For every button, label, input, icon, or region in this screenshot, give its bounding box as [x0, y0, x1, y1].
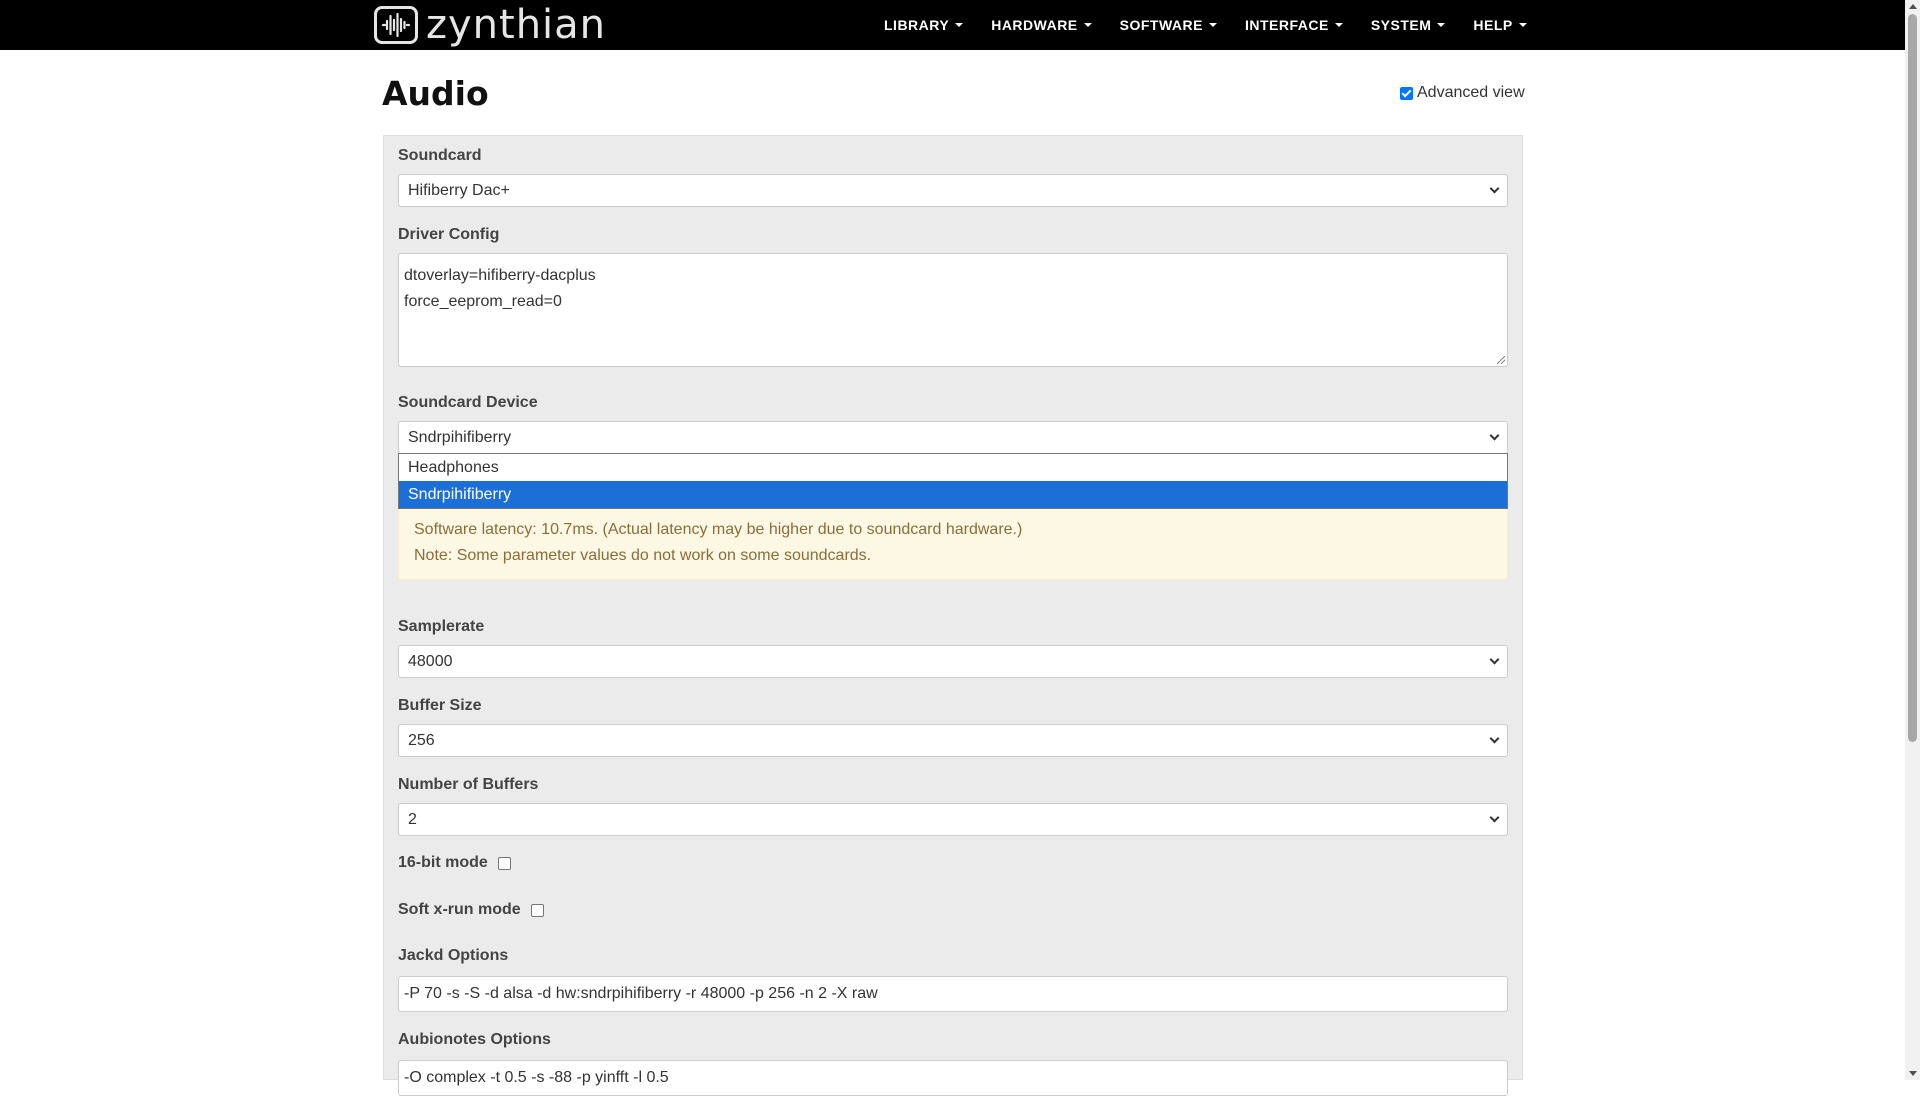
caret-down-icon: [1437, 23, 1446, 27]
soundcard-select[interactable]: Hifiberry Dac+: [398, 174, 1508, 207]
mode-16bit-row: 16-bit mode: [398, 854, 511, 872]
dropdown-option-sndrpihifiberry[interactable]: Sndrpihifiberry: [399, 481, 1507, 508]
nav-help-label: HELP: [1473, 17, 1513, 33]
mode-16bit-label: 16-bit mode: [398, 854, 488, 871]
chevron-down-icon: [1489, 183, 1500, 194]
nav-library[interactable]: LIBRARY: [870, 17, 977, 33]
samplerate-label: Samplerate: [398, 618, 485, 635]
soundcard-device-value: Sndrpihifiberry: [408, 428, 512, 446]
caret-down-icon: [955, 23, 964, 27]
chevron-down-icon: [1489, 430, 1500, 441]
latency-warning-alert: Software latency: 10.7ms. (Actual latenc…: [398, 508, 1508, 580]
top-navbar: zynthian LIBRARY HARDWARE SOFTWARE INTER…: [0, 0, 1905, 50]
nav-hardware[interactable]: HARDWARE: [977, 17, 1105, 33]
nav-system-label: SYSTEM: [1370, 17, 1432, 33]
jackd-options-input[interactable]: -P 70 -s -S -d alsa -d hw:sndrpihifiberr…: [398, 976, 1508, 1012]
scroll-down-arrow-icon[interactable]: [1909, 1071, 1917, 1076]
driver-config-textarea[interactable]: dtoverlay=hifiberry-dacplus force_eeprom…: [398, 253, 1508, 367]
resize-grip-icon[interactable]: [1497, 356, 1505, 364]
caret-down-icon: [1334, 23, 1343, 27]
caret-down-icon: [1518, 23, 1527, 27]
dropdown-option-headphones[interactable]: Headphones: [399, 454, 1507, 481]
nav-interface[interactable]: INTERFACE: [1231, 17, 1357, 33]
brand-name: zynthian: [426, 2, 607, 48]
main-menu: LIBRARY HARDWARE SOFTWARE INTERFACE SYST…: [870, 0, 1541, 50]
driver-config-line: dtoverlay=hifiberry-dacplus: [404, 267, 596, 284]
buffer-size-select[interactable]: 256: [398, 724, 1508, 757]
nav-software[interactable]: SOFTWARE: [1106, 17, 1231, 33]
advanced-view-label: Advanced view: [1417, 84, 1525, 101]
page-title: Audio: [382, 74, 489, 113]
buffer-size-value: 256: [408, 731, 435, 749]
soft-xrun-label: Soft x-run mode: [398, 901, 521, 918]
driver-config-line: force_eeprom_read=0: [404, 293, 562, 310]
number-of-buffers-value: 2: [408, 810, 417, 828]
chevron-down-icon: [1489, 733, 1500, 744]
jackd-options-label: Jackd Options: [398, 947, 509, 964]
aubionotes-options-value: -O complex -t 0.5 -s -88 -p yinfft -l 0.…: [404, 1069, 669, 1086]
scroll-thumb[interactable]: [1908, 14, 1917, 742]
caret-down-icon: [1209, 23, 1217, 27]
aubionotes-options-label: Aubionotes Options: [398, 1031, 551, 1048]
soft-xrun-checkbox[interactable]: [530, 903, 544, 917]
samplerate-select[interactable]: 48000: [398, 645, 1508, 678]
aubionotes-options-input[interactable]: -O complex -t 0.5 -s -88 -p yinfft -l 0.…: [398, 1060, 1508, 1096]
samplerate-value: 48000: [408, 652, 453, 670]
caret-down-icon: [1083, 23, 1092, 27]
nav-system[interactable]: SYSTEM: [1357, 17, 1460, 33]
advanced-view-toggle[interactable]: Advanced view: [1400, 84, 1525, 102]
soundcard-device-label: Soundcard Device: [398, 394, 538, 411]
jackd-options-value: -P 70 -s -S -d alsa -d hw:sndrpihifiberr…: [404, 985, 878, 1002]
mode-16bit-checkbox[interactable]: [497, 856, 511, 870]
soft-xrun-row: Soft x-run mode: [398, 901, 544, 919]
brand-logo[interactable]: zynthian: [374, 3, 606, 47]
buffer-size-label: Buffer Size: [398, 697, 482, 714]
chevron-down-icon: [1489, 812, 1500, 823]
latency-text: Software latency: 10.7ms. (Actual latenc…: [414, 521, 1023, 538]
soundcard-device-dropdown: Headphones Sndrpihifiberry: [398, 453, 1508, 509]
scroll-up-arrow-icon[interactable]: [1909, 4, 1917, 9]
number-of-buffers-label: Number of Buffers: [398, 776, 539, 793]
nav-help[interactable]: HELP: [1459, 17, 1540, 33]
soundcard-device-select[interactable]: Sndrpihifiberry: [398, 421, 1508, 454]
soundcard-note-text: Note: Some parameter values do not work …: [414, 547, 872, 564]
waveform-logo-icon: [374, 6, 418, 44]
nav-library-label: LIBRARY: [884, 17, 950, 33]
nav-interface-label: INTERFACE: [1245, 17, 1329, 33]
number-of-buffers-select[interactable]: 2: [398, 803, 1508, 836]
advanced-view-checkbox[interactable]: [1400, 86, 1413, 100]
chevron-down-icon: [1489, 654, 1500, 665]
nav-software-label: SOFTWARE: [1119, 17, 1203, 33]
page-scrollbar[interactable]: [1905, 0, 1920, 1080]
driver-config-label: Driver Config: [398, 226, 500, 243]
audio-settings-form: Soundcard Hifiberry Dac+ Driver Config d…: [383, 135, 1523, 1096]
nav-hardware-label: HARDWARE: [991, 17, 1078, 33]
soundcard-value: Hifiberry Dac+: [408, 181, 510, 199]
soundcard-label: Soundcard: [398, 147, 482, 164]
